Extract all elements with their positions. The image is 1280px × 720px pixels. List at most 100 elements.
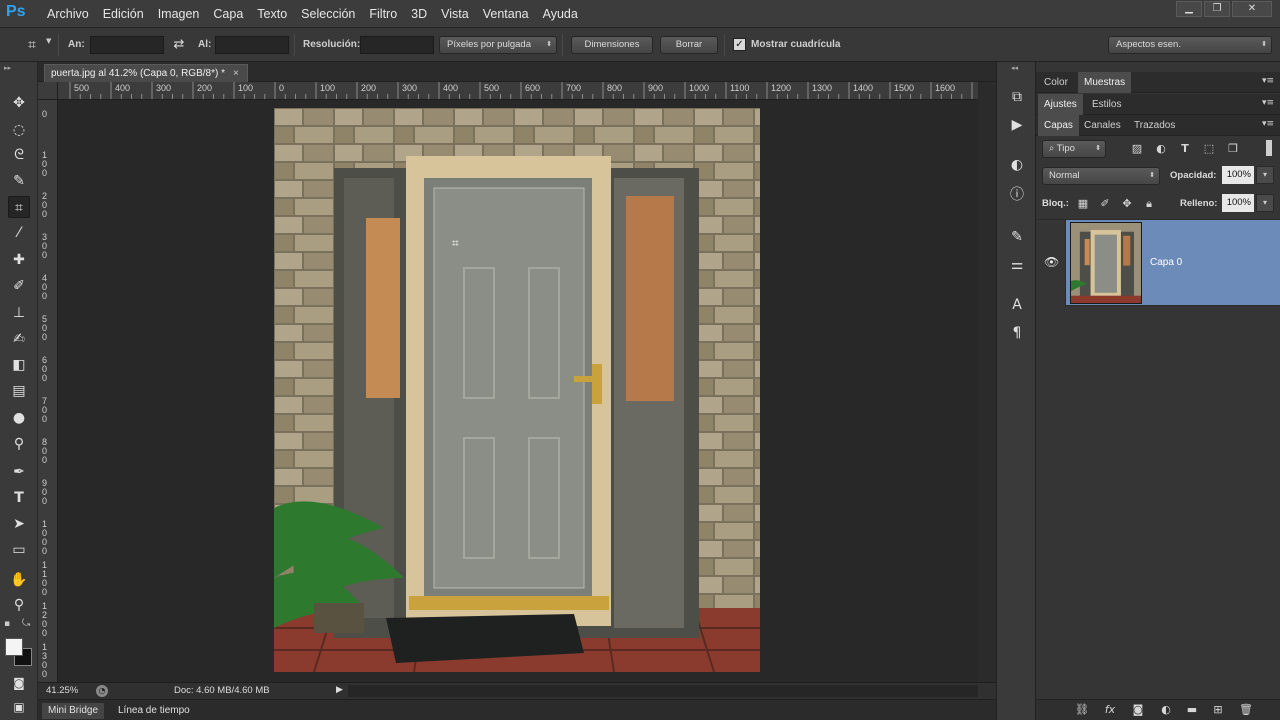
tab-linea-de-tiempo[interactable]: Línea de tiempo <box>112 703 196 719</box>
horizontal-scrollbar[interactable] <box>348 685 978 697</box>
clone-stamp-tool-icon[interactable]: ⊥ <box>8 302 30 324</box>
crop-tool-preset-icon[interactable]: ⌗ <box>22 36 42 54</box>
show-grid-checkbox[interactable]: ✓ <box>733 38 746 51</box>
brush-panel-icon[interactable]: ⚌ <box>1006 254 1028 276</box>
menu-archivo[interactable]: Archivo <box>40 0 96 28</box>
marquee-tool-icon[interactable]: ◌ <box>8 119 30 141</box>
tab-canales[interactable]: Canales <box>1078 115 1127 136</box>
history-brush-tool-icon[interactable]: ✍ <box>8 328 30 350</box>
vertical-ruler[interactable]: 0 100 200 300 400 500 600 700 800 900 10… <box>38 100 58 682</box>
eyedropper-tool-icon[interactable]: ⁄ <box>8 222 30 244</box>
brush-tool-icon[interactable]: ✐ <box>8 275 30 297</box>
dodge-tool-icon[interactable]: ⚲ <box>8 433 30 455</box>
restore-button[interactable]: ❐ <box>1204 1 1230 17</box>
tab-estilos[interactable]: Estilos <box>1086 94 1127 115</box>
panel-menu-icon[interactable]: ▾≡ <box>1262 76 1274 86</box>
type-tool-icon[interactable]: T <box>8 487 30 509</box>
layer-kind-filter[interactable]: ⌕ Tipo ⬍ <box>1042 140 1106 158</box>
panel-menu-icon[interactable]: ▾≡ <box>1262 98 1274 108</box>
gradient-tool-icon[interactable]: ▤ <box>8 380 30 402</box>
menu-vista[interactable]: Vista <box>434 0 476 28</box>
history-panel-icon[interactable]: ⧉ <box>1006 86 1028 108</box>
layer-row[interactable]: 👁︎ Capa 0 <box>1036 219 1280 307</box>
horizontal-ruler[interactable]: 500 400 300 200 100 0 100 200 300 400 50… <box>58 82 978 100</box>
status-info-icon[interactable]: ◔ <box>96 685 108 697</box>
foreground-color-swatch[interactable] <box>5 638 23 656</box>
opacity-dropdown-arrow-icon[interactable]: ▾ <box>1256 166 1274 184</box>
lock-position-icon[interactable]: ✥ <box>1120 197 1134 211</box>
menu-edicion[interactable]: Edición <box>96 0 151 28</box>
menu-seleccion[interactable]: Selección <box>294 0 362 28</box>
brush-presets-panel-icon[interactable]: ✎ <box>1006 226 1028 248</box>
fill-input[interactable]: 100% <box>1222 194 1254 212</box>
layer-visibility-toggle[interactable]: 👁︎ <box>1036 220 1066 307</box>
lasso-tool-icon[interactable]: ᘓ <box>8 144 30 166</box>
rectangle-tool-icon[interactable]: ▭ <box>8 539 30 561</box>
layer-style-fx-icon[interactable]: fx <box>1102 703 1118 717</box>
tab-capas[interactable]: Capas <box>1038 115 1079 136</box>
paragraph-panel-icon[interactable]: ¶ <box>1006 322 1028 344</box>
resolution-input[interactable] <box>360 36 434 54</box>
minimize-button[interactable]: ▁ <box>1176 1 1202 17</box>
document-tab[interactable]: puerta.jpg al 41.2% (Capa 0, RGB/8*) * × <box>44 64 248 82</box>
quick-mask-icon[interactable]: ◙ <box>8 672 30 694</box>
blend-mode-select[interactable]: Normal ⬍ <box>1042 167 1160 185</box>
close-tab-icon[interactable]: × <box>233 68 239 79</box>
filter-type-icon[interactable]: T <box>1178 142 1192 156</box>
new-adjustment-layer-icon[interactable]: ◐ <box>1158 703 1174 717</box>
tab-trazados[interactable]: Trazados <box>1128 115 1181 136</box>
swap-arrows-icon[interactable]: ⇄ <box>170 36 188 54</box>
menu-capa[interactable]: Capa <box>206 0 250 28</box>
blur-tool-icon[interactable]: ● <box>8 407 30 429</box>
ruler-origin[interactable] <box>38 82 58 100</box>
fill-dropdown-arrow-icon[interactable]: ▾ <box>1256 194 1274 212</box>
layer-thumbnail[interactable] <box>1070 222 1142 304</box>
lock-all-icon[interactable]: 🔒︎ <box>1142 197 1156 211</box>
close-window-button[interactable]: ✕ <box>1232 1 1272 17</box>
screen-mode-icon[interactable]: ▣ <box>8 696 30 718</box>
collapse-icon[interactable]: ▸▸ <box>4 64 11 72</box>
move-tool-icon[interactable]: ✥ <box>8 92 30 114</box>
pen-tool-icon[interactable]: ✒ <box>8 461 30 483</box>
canvas-area[interactable]: ⌗ <box>58 100 978 682</box>
filter-toggle[interactable] <box>1266 140 1272 156</box>
quick-select-tool-icon[interactable]: ✎ <box>8 170 30 192</box>
trash-icon[interactable]: 🗑︎ <box>1238 703 1254 717</box>
menu-3d[interactable]: 3D <box>404 0 434 28</box>
filter-shape-icon[interactable]: ⬚ <box>1202 142 1216 156</box>
default-colors-icon[interactable]: ▪ <box>4 619 10 629</box>
layer-name[interactable]: Capa 0 <box>1150 257 1182 268</box>
height-input[interactable] <box>215 36 289 54</box>
link-layers-icon[interactable]: ⛓ <box>1074 703 1090 717</box>
panel-menu-icon[interactable]: ▾≡ <box>1262 119 1274 129</box>
healing-brush-tool-icon[interactable]: ✚ <box>8 249 30 271</box>
add-mask-icon[interactable]: ◙ <box>1130 703 1146 717</box>
new-layer-icon[interactable]: ⊞ <box>1210 703 1226 717</box>
lock-transparency-icon[interactable]: ▦ <box>1076 197 1090 211</box>
clear-button[interactable]: Borrar <box>660 36 718 54</box>
lock-pixels-icon[interactable]: ✐ <box>1098 197 1112 211</box>
menu-filtro[interactable]: Filtro <box>362 0 404 28</box>
opacity-input[interactable]: 100% <box>1222 166 1254 184</box>
menu-texto[interactable]: Texto <box>250 0 294 28</box>
workspace-select[interactable]: Aspectos esen. ⬍ <box>1108 36 1272 54</box>
chevron-down-icon[interactable]: ▼ <box>46 37 51 45</box>
zoom-level[interactable]: 41.25% <box>46 685 78 696</box>
filter-pixel-icon[interactable]: ▨ <box>1130 142 1144 156</box>
filter-adjustment-icon[interactable]: ◐ <box>1154 142 1168 156</box>
properties-panel-icon[interactable]: ◐ <box>1006 154 1028 176</box>
tab-mini-bridge[interactable]: Mini Bridge <box>42 703 105 719</box>
menu-ayuda[interactable]: Ayuda <box>536 0 585 28</box>
status-menu-arrow-icon[interactable]: ▶ <box>336 685 343 695</box>
tab-ajustes[interactable]: Ajustes <box>1038 94 1083 115</box>
zoom-tool-icon[interactable]: ⚲ <box>8 594 30 616</box>
crop-tool-icon[interactable]: ⌗ <box>8 196 30 218</box>
swap-colors-icon[interactable]: ⤿ <box>22 618 30 629</box>
character-panel-icon[interactable]: A <box>1006 294 1028 316</box>
width-input[interactable] <box>90 36 164 54</box>
info-panel-icon[interactable]: ⓘ <box>1006 184 1028 206</box>
resolution-units-select[interactable]: Píxeles por pulgada ⬍ <box>439 36 557 54</box>
actions-panel-icon[interactable]: ▶ <box>1006 114 1028 136</box>
filter-smart-object-icon[interactable]: ❐ <box>1226 142 1240 156</box>
tab-color[interactable]: Color <box>1038 72 1074 93</box>
